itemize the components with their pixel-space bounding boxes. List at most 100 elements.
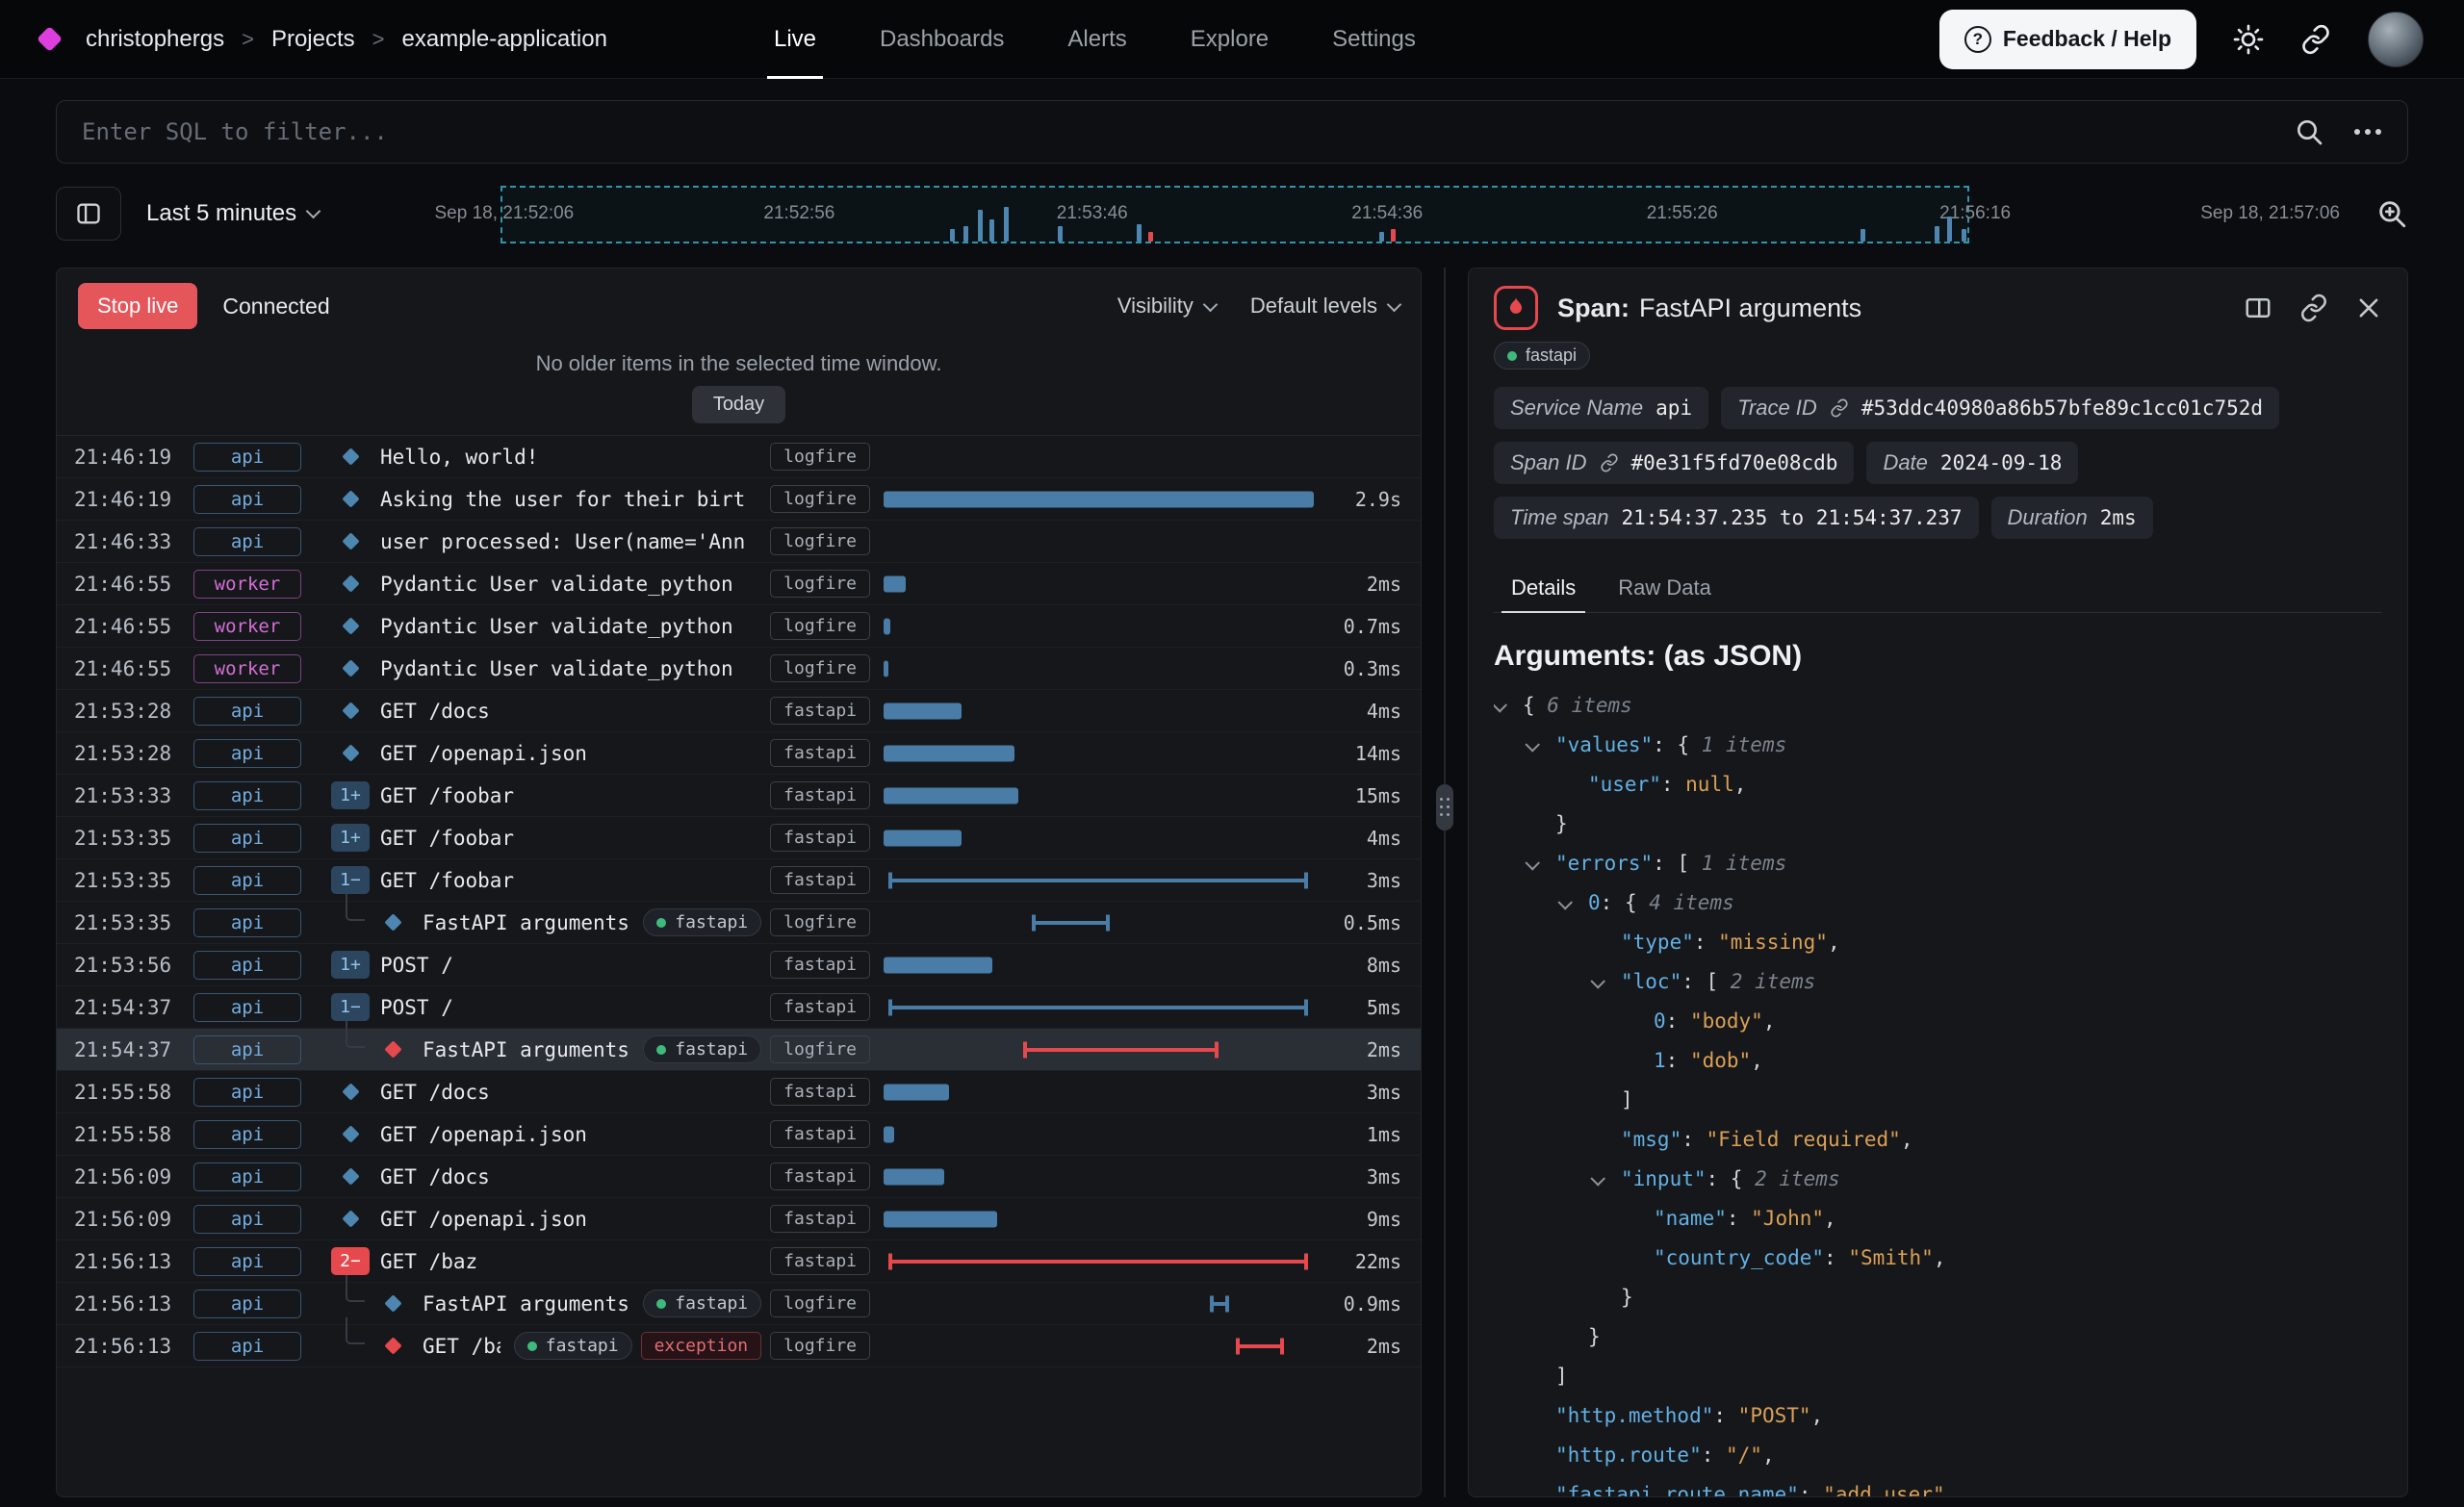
table-row[interactable]: 21:46:55workerPydantic User validate_pyt… [57,605,1421,648]
span-name: GET /docs [374,1165,757,1188]
table-row[interactable]: 21:56:13api2−GET /bazfastapi22ms [57,1240,1421,1283]
scope-tag: fastapi [770,866,870,894]
timeline-tick-label: 21:54:36 [1351,203,1423,224]
json-token: "http.route" [1555,1436,1702,1475]
close-icon[interactable] [2355,294,2382,321]
collapse-caret-icon[interactable] [1559,898,1588,908]
json-line[interactable]: "input": { 2 items [1494,1160,2382,1199]
json-line[interactable]: "values": { 1 items [1494,726,2382,765]
divider-drag-handle[interactable] [1436,784,1453,830]
live-header: Stop live Connected Visibility Default l… [57,268,1421,344]
tab-settings[interactable]: Settings [1300,0,1448,79]
table-row[interactable]: 21:53:33api1+GET /foobarfastapi15ms [57,775,1421,817]
table-row[interactable]: 21:53:35api1−GET /foobarfastapi3ms [57,859,1421,902]
default-levels-dropdown[interactable]: Default levels [1250,294,1399,319]
span-name: FastAPI arguments [417,911,629,934]
service-tag: api [193,697,301,726]
json-line[interactable]: 0: { 4 items [1494,883,2382,923]
table-row[interactable]: 21:53:35apiFastAPI argumentsfastapilogfi… [57,902,1421,944]
attribute-chip[interactable]: Trace ID#53ddc40980a86b57bfe89c1cc01c752… [1721,387,2279,429]
attribute-chip[interactable]: Span ID#0e31f5fd70e08cdb [1494,442,1854,484]
json-line[interactable]: { 6 items [1494,686,2382,726]
table-row[interactable]: 21:53:35api1+GET /foobarfastapi4ms [57,817,1421,859]
table-row[interactable]: 21:53:28apiGET /openapi.jsonfastapi14ms [57,732,1421,775]
timeline-chart[interactable]: Sep 18, 21:52:0621:52:5621:53:4621:54:36… [344,179,2350,248]
duration-bar [888,1006,1308,1009]
collapse-caret-icon[interactable] [1592,1174,1621,1185]
child-count-badge[interactable]: 1+ [331,824,370,852]
theme-toggle-icon[interactable] [2233,24,2264,55]
duration-bar [1032,921,1110,925]
table-row[interactable]: 21:56:09apiGET /openapi.jsonfastapi9ms [57,1198,1421,1240]
table-row[interactable]: 21:56:13apiGET /baz (fofastapiexceptionl… [57,1325,1421,1367]
breadcrumb-project-name[interactable]: example-application [402,26,607,53]
duration-label: 3ms [1319,1165,1421,1188]
tab-explore[interactable]: Explore [1159,0,1300,79]
sql-filter-input[interactable] [82,118,2265,145]
collapse-caret-icon[interactable] [1527,740,1555,751]
json-line[interactable]: "loc": [ 2 items [1494,962,2382,1002]
table-row[interactable]: 21:56:13apiFastAPI argumentsfastapilogfi… [57,1283,1421,1325]
span-diamond-icon [342,1083,359,1100]
scope-tag: logfire [770,527,870,555]
share-link-icon[interactable] [2300,24,2331,55]
json-token: : [1681,1120,1706,1160]
child-count-badge[interactable]: 1− [331,993,370,1021]
detail-tab-details[interactable]: Details [1494,564,1593,612]
table-row[interactable]: 21:53:28apiGET /docsfastapi4ms [57,690,1421,732]
table-row[interactable]: 21:55:58apiGET /openapi.jsonfastapi1ms [57,1113,1421,1156]
child-count-badge[interactable]: 2− [331,1247,370,1275]
collapse-caret-icon[interactable] [1527,858,1555,869]
logfire-logo-icon[interactable] [40,30,59,48]
sidebar-toggle-button[interactable] [56,187,121,241]
tab-live[interactable]: Live [742,0,848,79]
table-row[interactable]: 21:46:55workerPydantic User validate_pyt… [57,563,1421,605]
table-row[interactable]: 21:54:37api1−POST /fastapi5ms [57,986,1421,1029]
duration-label: 3ms [1319,1081,1421,1104]
table-row[interactable]: 21:53:56api1+POST /fastapi8ms [57,944,1421,986]
more-options-icon[interactable] [2353,129,2382,135]
timeline-selection[interactable] [500,186,1969,243]
chip-value: #53ddc40980a86b57bfe89c1cc01c752d [1861,396,2263,420]
duration-label: 2ms [1319,573,1421,596]
today-button[interactable]: Today [692,386,785,423]
breadcrumb-org[interactable]: christophergs [86,26,224,53]
tree-indent [311,1071,326,1112]
collapse-caret-icon[interactable] [1494,701,1523,711]
duration-label: 1ms [1319,1123,1421,1146]
scope-tag: logfire [770,570,870,598]
zoom-in-icon[interactable] [2375,197,2408,230]
open-in-panel-icon[interactable] [2244,294,2272,322]
json-token: "dob" [1690,1041,1751,1081]
json-line[interactable]: "errors": [ 1 items [1494,844,2382,883]
child-count-badge[interactable]: 1+ [331,951,370,979]
search-icon[interactable] [2294,116,2324,147]
tab-alerts[interactable]: Alerts [1036,0,1158,79]
scope-tag: fastapi [1494,342,1590,370]
breadcrumb-projects[interactable]: Projects [271,26,355,53]
table-row[interactable]: 21:46:19apiAsking the user for their bir… [57,478,1421,521]
timeline-tick-label: 21:55:26 [1647,203,1718,224]
child-count-badge[interactable]: 1− [331,866,370,894]
detail-tab-raw-data[interactable]: Raw Data [1601,564,1729,612]
table-row[interactable]: 21:46:33apiuser processed: User(name='An… [57,521,1421,563]
table-row[interactable]: 21:56:09apiGET /docsfastapi3ms [57,1156,1421,1198]
tree-connector [346,1021,365,1048]
histogram-bar [963,226,968,242]
duration-label: 0.5ms [1319,911,1421,934]
user-avatar[interactable] [2368,12,2424,67]
table-row[interactable]: 21:54:37apiFastAPI argumentsfastapilogfi… [57,1029,1421,1071]
feedback-help-button[interactable]: ? Feedback / Help [1939,10,2196,69]
collapse-caret-icon[interactable] [1592,977,1621,987]
visibility-dropdown[interactable]: Visibility [1117,294,1216,319]
table-row[interactable]: 21:55:58apiGET /docsfastapi3ms [57,1071,1421,1113]
row-marker [326,747,374,759]
table-row[interactable]: 21:46:55workerPydantic User validate_pyt… [57,648,1421,690]
duration-label: 4ms [1319,827,1421,850]
stop-live-button[interactable]: Stop live [78,283,197,329]
tab-dashboards[interactable]: Dashboards [848,0,1036,79]
table-row[interactable]: 21:46:19apiHello, world!logfire [57,436,1421,478]
copy-link-icon[interactable] [2299,294,2328,322]
child-count-badge[interactable]: 1+ [331,781,370,809]
time-range-selector[interactable]: Last 5 minutes [146,200,319,227]
